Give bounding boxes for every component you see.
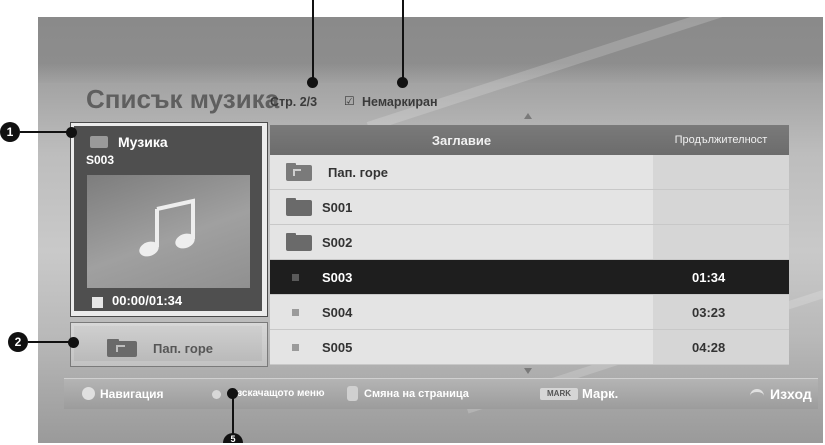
music-note-icon — [139, 198, 195, 257]
list-row-folder[interactable]: S002 — [270, 225, 789, 260]
callout-2: 2 — [8, 332, 28, 352]
popup-menu-label: Изскачащото меню — [230, 388, 325, 399]
exit-label: Изход — [770, 386, 812, 402]
callout-line — [28, 341, 72, 343]
callout-dot — [66, 127, 77, 138]
column-header-title[interactable]: Заглавие — [270, 133, 653, 148]
mark-label: Марк. — [582, 386, 619, 401]
current-track: S003 — [86, 153, 115, 167]
exit-icon — [750, 389, 764, 400]
filter-label: Немаркиран — [362, 95, 438, 109]
folder-up-icon — [107, 339, 137, 357]
stop-icon — [92, 297, 103, 308]
now-playing-panel: Музика S003 00:00/01:34 — [70, 122, 268, 317]
callout-line — [20, 131, 70, 133]
callout-dot — [307, 77, 318, 88]
row-duration: 04:28 — [692, 340, 726, 355]
row-title: S004 — [322, 305, 353, 320]
top-band — [38, 17, 823, 83]
list-row-file[interactable]: S004 03:23 — [270, 295, 789, 330]
folder-label: Музика — [118, 134, 168, 150]
popup-menu-icon — [212, 390, 221, 399]
callout-dot — [397, 77, 408, 88]
list-row-folder-up[interactable]: Пап. горе — [270, 155, 789, 190]
row-title: Пап. горе — [328, 165, 389, 180]
row-title: S005 — [322, 340, 353, 355]
row-title: S002 — [322, 235, 353, 250]
column-header-duration[interactable]: Продължителност — [653, 134, 789, 146]
page-change-icon — [347, 386, 358, 401]
callout-dot — [68, 337, 79, 348]
row-title: S001 — [322, 200, 353, 215]
row-duration: 01:34 — [692, 270, 726, 285]
list-row-folder[interactable]: S001 — [270, 190, 789, 225]
scroll-up-arrow-icon[interactable] — [524, 113, 532, 119]
checkbox-icon[interactable]: ☑ — [344, 95, 356, 107]
duration-cell — [653, 190, 789, 224]
callout-dot — [227, 388, 238, 399]
music-folder-icon — [90, 136, 108, 148]
row-duration: 03:23 — [692, 305, 726, 320]
row-title: S003 — [322, 270, 353, 285]
page-change-label: Смяна на страница — [364, 388, 469, 400]
callout-line — [402, 0, 404, 80]
page-indicator: Стр. 2/3 — [270, 95, 318, 109]
folder-up-button[interactable]: Пап. горе — [70, 322, 268, 367]
list-header: Заглавие Продължителност — [270, 125, 789, 155]
callout-1: 1 — [0, 122, 20, 142]
scroll-down-arrow-icon[interactable] — [524, 368, 532, 374]
duration-cell — [653, 155, 789, 189]
navigation-label: Навигация — [100, 387, 164, 401]
list-row-file-selected[interactable]: S003 01:34 — [270, 260, 789, 295]
music-list: Заглавие Продължителност Пап. горе S001 … — [270, 125, 789, 365]
folder-up-label: Пап. горе — [153, 341, 214, 356]
now-playing-inner: Музика S003 00:00/01:34 — [74, 126, 262, 311]
music-file-icon — [292, 309, 299, 316]
callout-line — [312, 0, 314, 80]
music-file-icon — [292, 274, 299, 281]
bottom-help-bar: Навигация Изскачащото меню Смяна на стра… — [64, 378, 818, 409]
folder-icon — [286, 198, 312, 216]
folder-up-icon — [286, 163, 312, 181]
playback-time: 00:00/01:34 — [112, 293, 183, 308]
folder-icon — [286, 233, 312, 251]
music-file-icon — [292, 344, 299, 351]
page-title: Списък музика — [86, 84, 280, 114]
album-art — [87, 175, 250, 288]
mark-key-icon: MARK — [540, 388, 578, 400]
duration-cell — [653, 225, 789, 259]
list-row-file[interactable]: S005 04:28 — [270, 330, 789, 365]
navigation-icon — [82, 387, 95, 400]
